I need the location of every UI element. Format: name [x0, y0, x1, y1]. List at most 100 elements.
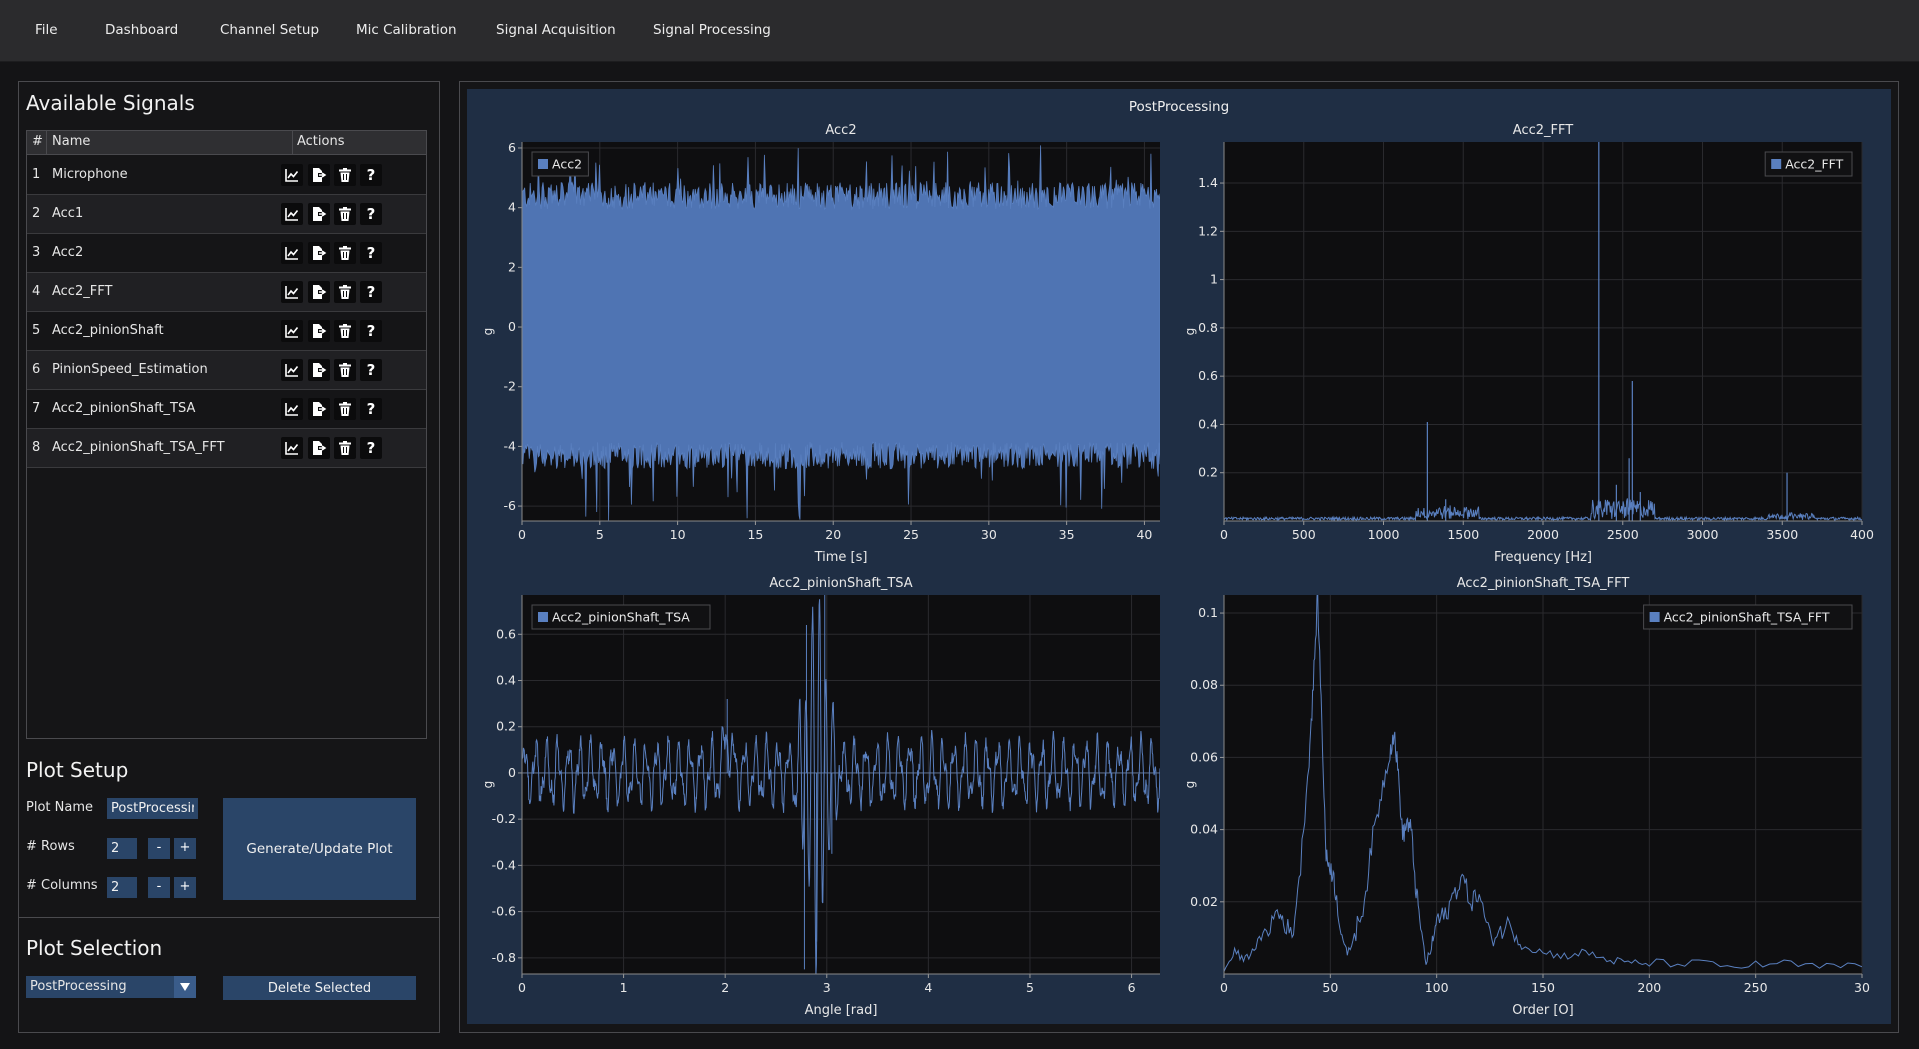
y-tick-label: 0.2: [496, 719, 516, 734]
chart-line-icon[interactable]: [281, 203, 303, 225]
menu-signal-processing[interactable]: Signal Processing: [653, 22, 771, 38]
chart-2: Acc2_pinionShaft_TSA0 1 2 3 4 5 60.60.40.20-0.…: [481, 576, 1160, 1018]
x-tick-label: 0: [1220, 527, 1228, 542]
file-export-icon[interactable]: [308, 437, 330, 459]
help-icon[interactable]: ?: [360, 281, 382, 303]
x-tick-label: 6: [1128, 980, 1136, 995]
table-row[interactable]: 2 Acc1?: [27, 195, 426, 234]
row-index: 3: [32, 245, 41, 260]
x-tick-label: 25: [903, 527, 919, 542]
trash-icon[interactable]: [334, 320, 356, 342]
y-tick-label: -6: [504, 498, 517, 513]
help-icon[interactable]: ?: [360, 359, 382, 381]
file-export-icon[interactable]: [308, 164, 330, 186]
menu-signal-acquisition[interactable]: Signal Acquisition: [496, 22, 616, 38]
x-tick-label: 3000: [1687, 527, 1719, 542]
row-index: 5: [32, 323, 41, 338]
trash-icon[interactable]: [334, 359, 356, 381]
row-index: 7: [32, 401, 41, 416]
file-export-icon[interactable]: [308, 359, 330, 381]
help-icon[interactable]: ?: [360, 437, 382, 459]
file-export-icon[interactable]: [308, 242, 330, 264]
rows-label: # Rows: [26, 839, 75, 854]
x-tick-label: 1500: [1447, 527, 1479, 542]
file-export-icon[interactable]: [308, 320, 330, 342]
x-tick-label: 50: [1322, 980, 1338, 995]
row-name: PinionSpeed_Estimation: [52, 362, 208, 377]
y-tick-label: 0.6: [496, 626, 516, 641]
rows-input[interactable]: [107, 838, 137, 859]
help-icon[interactable]: ?: [360, 164, 382, 186]
table-row[interactable]: 7 Acc2_pinionShaft_TSA?: [27, 390, 426, 429]
help-icon[interactable]: ?: [360, 398, 382, 420]
legend: Acc2_pinionShaft_TSA: [531, 604, 711, 630]
rows-increment-button[interactable]: +: [174, 838, 196, 859]
chart-1: Acc2_FFT 0 500 1000 1500 2000 2500 3000 3500 400 1…: [1183, 123, 1874, 565]
y-tick-label: -0.4: [492, 857, 516, 872]
chart-line-icon[interactable]: [281, 164, 303, 186]
columns-increment-button[interactable]: +: [174, 877, 196, 898]
plot-select-dropdown[interactable]: PostProcessing: [26, 976, 196, 998]
x-axis-label: Order [O]: [1512, 1003, 1573, 1018]
plot-select-value: PostProcessing: [30, 979, 127, 994]
chart-line-icon[interactable]: [281, 281, 303, 303]
x-tick-label: 0: [518, 980, 526, 995]
chart-line-icon[interactable]: [281, 437, 303, 459]
x-tick-label: 1000: [1368, 527, 1400, 542]
table-row[interactable]: 6 PinionSpeed_Estimation?: [27, 351, 426, 390]
file-export-icon[interactable]: [308, 203, 330, 225]
table-row[interactable]: 4 Acc2_FFT?: [27, 273, 426, 312]
menu-mic-calibration[interactable]: Mic Calibration: [356, 22, 457, 38]
chart-line-icon[interactable]: [281, 398, 303, 420]
table-row[interactable]: 8 Acc2_pinionShaft_TSA_FFT?: [27, 429, 426, 468]
legend-label: Acc2_FFT: [1785, 157, 1843, 172]
y-tick-label: 0.1: [1198, 605, 1218, 620]
trash-icon[interactable]: [334, 203, 356, 225]
x-tick-label: 0: [518, 527, 526, 542]
legend-swatch: [1771, 159, 1782, 169]
file-export-icon[interactable]: [308, 281, 330, 303]
menu-dashboard[interactable]: Dashboard: [105, 22, 178, 38]
table-row[interactable]: 5 Acc2_pinionShaft?: [27, 312, 426, 351]
chevron-down-icon[interactable]: [174, 976, 196, 998]
help-icon[interactable]: ?: [360, 242, 382, 264]
legend-label: Acc2_pinionShaft_TSA: [552, 610, 690, 625]
x-tick-label: 30: [1854, 980, 1870, 995]
trash-icon[interactable]: [334, 164, 356, 186]
legend-swatch: [538, 159, 548, 169]
menu-channel-setup[interactable]: Channel Setup: [220, 22, 319, 38]
trash-icon[interactable]: [334, 437, 356, 459]
trash-icon[interactable]: [334, 281, 356, 303]
x-tick-label: 2: [721, 980, 729, 995]
x-tick-label: 20: [825, 527, 841, 542]
rows-decrement-button[interactable]: -: [148, 838, 170, 859]
help-icon[interactable]: ?: [360, 203, 382, 225]
y-tick-label: 0.08: [1190, 677, 1218, 692]
trash-icon[interactable]: [334, 398, 356, 420]
row-name: Acc2_pinionShaft_TSA_FFT: [52, 440, 225, 455]
table-row[interactable]: 1 Microphone?: [27, 156, 426, 195]
chart-line-icon[interactable]: [281, 320, 303, 342]
columns-decrement-button[interactable]: -: [148, 877, 170, 898]
generate-update-plot-button[interactable]: Generate/Update Plot: [223, 798, 416, 900]
x-tick-label: 35: [1059, 527, 1075, 542]
y-tick-label: 1.2: [1198, 223, 1218, 238]
x-tick-label: 1: [620, 980, 628, 995]
x-tick-label: 30: [981, 527, 997, 542]
columns-input[interactable]: [107, 877, 137, 898]
menu-file[interactable]: File: [35, 22, 58, 38]
legend: Acc2: [531, 151, 589, 177]
trash-icon[interactable]: [334, 242, 356, 264]
plots-svg[interactable]: Acc20 5 10 15 20 25 30 35 406420-2-4-6Time [s]gA…: [467, 89, 1891, 1024]
legend: Acc2_pinionShaft_TSA_FFT: [1643, 604, 1853, 630]
table-row[interactable]: 3 Acc2?: [27, 234, 426, 273]
plot-name-input[interactable]: [107, 798, 198, 819]
delete-selected-button[interactable]: Delete Selected: [223, 976, 416, 1000]
plot-name-label: Plot Name: [26, 800, 93, 815]
help-icon[interactable]: ?: [360, 320, 382, 342]
chart-line-icon[interactable]: [281, 359, 303, 381]
y-tick-label: 4: [508, 200, 516, 215]
chart-line-icon[interactable]: [281, 242, 303, 264]
y-axis-label: g: [1183, 781, 1197, 789]
file-export-icon[interactable]: [308, 398, 330, 420]
